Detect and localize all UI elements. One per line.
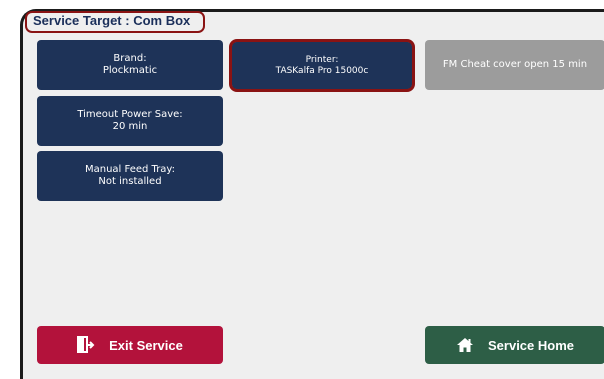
exit-door-icon	[77, 336, 95, 354]
exit-service-label: Exit Service	[109, 337, 183, 353]
fm-cheat-cover-label: FM Cheat cover open 15 min	[442, 59, 588, 70]
exit-service-button[interactable]: Exit Service	[37, 326, 223, 364]
brand-label: Brand:	[113, 53, 147, 64]
timeout-label: Timeout Power Save:	[77, 109, 183, 120]
fm-cheat-cover-tile[interactable]: FM Cheat cover open 15 min	[425, 40, 604, 90]
brand-tile[interactable]: Brand: Plockmatic	[37, 40, 223, 90]
brand-value: Plockmatic	[102, 65, 158, 76]
timeout-value: 20 min	[112, 121, 148, 132]
service-home-button[interactable]: Service Home	[425, 326, 604, 364]
service-home-label: Service Home	[488, 337, 574, 353]
manual-feed-tray-tile[interactable]: Manual Feed Tray: Not installed	[37, 151, 223, 201]
feed-tray-value: Not installed	[98, 176, 162, 187]
page-title: Service Target : Com Box	[33, 13, 191, 28]
home-icon	[456, 337, 474, 353]
timeout-power-save-tile[interactable]: Timeout Power Save: 20 min	[37, 96, 223, 146]
selection-highlight	[229, 39, 415, 92]
feed-tray-label: Manual Feed Tray:	[85, 164, 175, 175]
